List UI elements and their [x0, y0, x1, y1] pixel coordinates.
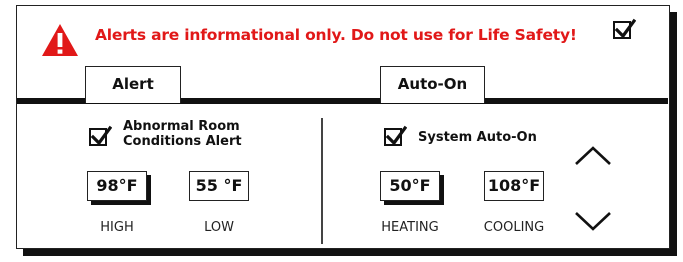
high-caption: HIGH — [100, 220, 134, 235]
abnormal-room-label-line1: Abnormal Room — [123, 119, 240, 134]
heating-temp-field[interactable]: 50°F — [380, 171, 440, 201]
chevron-up-icon[interactable] — [573, 145, 613, 167]
safety-warning-text: Alerts are informational only. Do not us… — [95, 26, 577, 44]
tab-auto-on[interactable]: Auto-On — [380, 66, 485, 103]
check-icon — [385, 125, 407, 146]
tab-alert[interactable]: Alert — [85, 66, 181, 103]
low-temp-field[interactable]: 55 °F — [189, 171, 249, 201]
system-auto-on-label: System Auto-On — [418, 130, 537, 145]
top-checkbox[interactable] — [613, 18, 636, 39]
low-caption: LOW — [204, 220, 234, 235]
warning-triangle-icon — [42, 24, 78, 56]
heating-caption: HEATING — [381, 220, 439, 235]
cooling-temp-field[interactable]: 108°F — [484, 171, 544, 201]
alert-settings-card: Alerts are informational only. Do not us… — [16, 5, 670, 249]
chevron-down-icon[interactable] — [573, 210, 613, 232]
check-icon — [90, 125, 112, 146]
section-divider — [321, 118, 323, 244]
check-icon — [614, 18, 636, 39]
cooling-caption: COOLING — [483, 220, 545, 235]
high-temp-field[interactable]: 98°F — [87, 171, 147, 201]
abnormal-room-alert-checkbox[interactable] — [89, 125, 112, 146]
system-auto-on-checkbox[interactable] — [384, 125, 407, 146]
abnormal-room-alert-label: Abnormal Room Conditions Alert — [123, 119, 242, 149]
abnormal-room-label-line2: Conditions Alert — [123, 134, 242, 149]
